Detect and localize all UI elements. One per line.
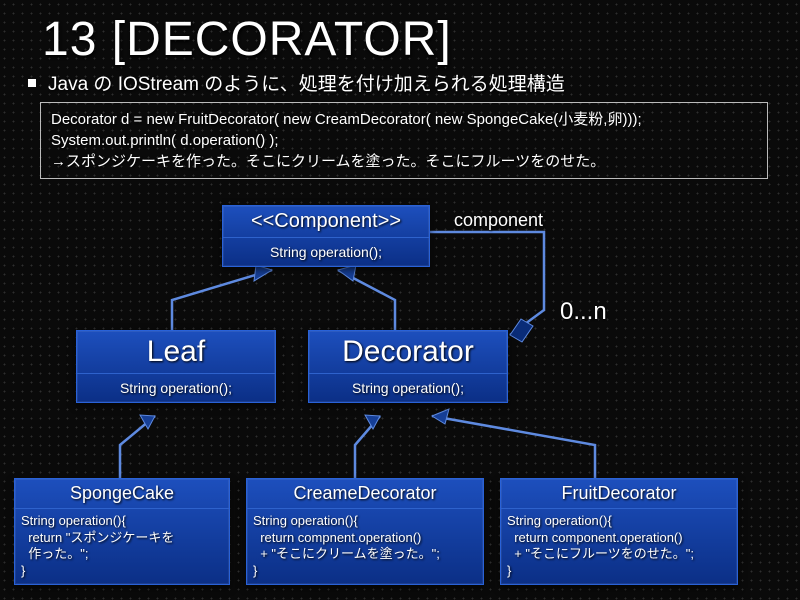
class-body: String operation(){ return component.ope…: [501, 509, 737, 584]
class-decorator: Decorator String operation();: [308, 330, 508, 403]
class-header: <<Component>>: [223, 206, 429, 238]
class-spongecake: SpongeCake String operation(){ return "ス…: [14, 478, 230, 585]
class-body: String operation(){ return compnent.oper…: [247, 509, 483, 584]
subtitle-row: Java の IOStream のように、処理を付け加えられる処理構造: [0, 69, 800, 96]
bullet-icon: [28, 79, 36, 87]
class-body: String operation();: [309, 374, 507, 402]
class-body: String operation();: [223, 238, 429, 266]
class-header: Leaf: [77, 331, 275, 374]
code-line: →スポンジケーキを作った。そこにクリームを塗った。そこにフルーツをのせた。: [51, 151, 757, 172]
class-leaf: Leaf String operation();: [76, 330, 276, 403]
class-fruitdecorator: FruitDecorator String operation(){ retur…: [500, 478, 738, 585]
code-line: Decorator d = new FruitDecorator( new Cr…: [51, 109, 757, 130]
class-body: String operation();: [77, 374, 275, 402]
assoc-label-component: component: [454, 210, 543, 231]
slide-title: 13 [DECORATOR]: [0, 0, 800, 69]
code-line: System.out.println( d.operation() );: [51, 130, 757, 151]
class-header: Decorator: [309, 331, 507, 374]
class-body: String operation(){ return "スポンジケーキを 作った…: [15, 509, 229, 584]
class-header: FruitDecorator: [501, 479, 737, 509]
code-example-box: Decorator d = new FruitDecorator( new Cr…: [40, 102, 768, 179]
class-component: <<Component>> String operation();: [222, 205, 430, 267]
class-header: CreameDecorator: [247, 479, 483, 509]
class-header: SpongeCake: [15, 479, 229, 509]
multiplicity-label: 0...n: [560, 298, 607, 326]
subtitle-text: Java の IOStream のように、処理を付け加えられる処理構造: [48, 69, 565, 96]
class-creamedecorator: CreameDecorator String operation(){ retu…: [246, 478, 484, 585]
